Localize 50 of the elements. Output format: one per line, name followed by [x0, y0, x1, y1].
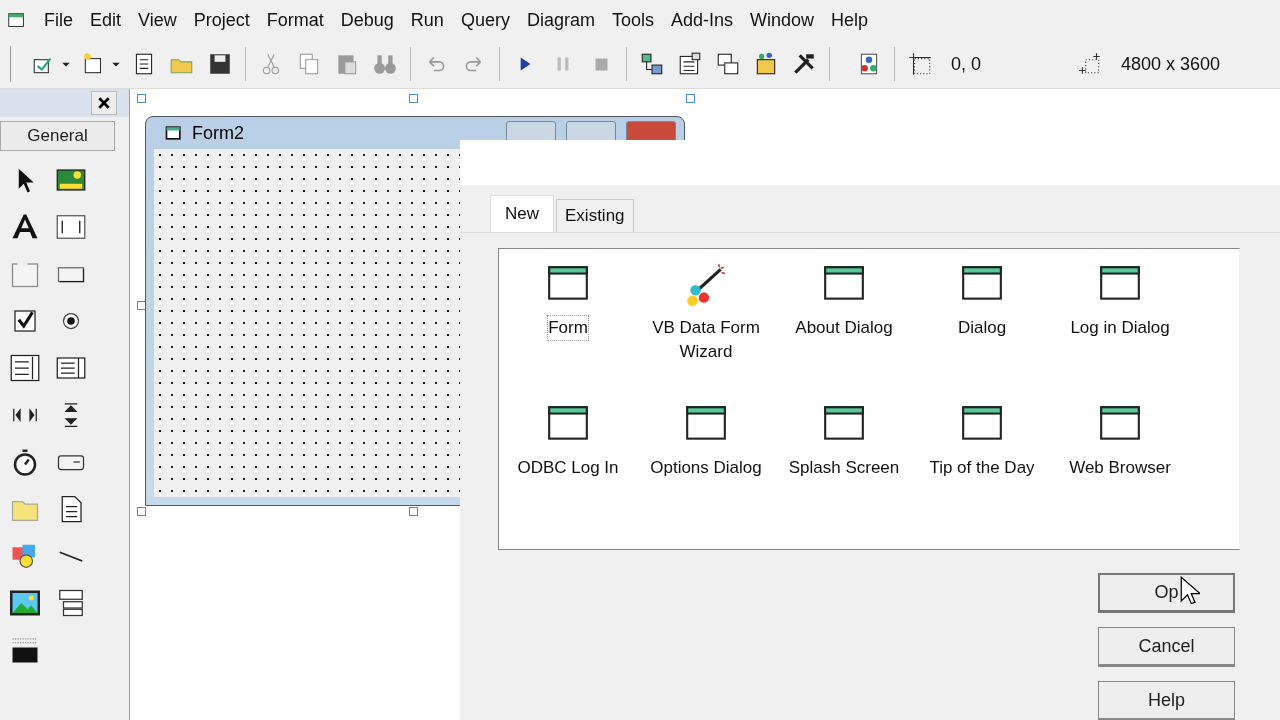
size-readout: 4800 x 3600 [1121, 53, 1221, 75]
dialog-button[interactable]: Op [1098, 573, 1235, 613]
template-label[interactable]: Splash Screen [777, 455, 911, 481]
menu-item[interactable]: Diagram [518, 9, 604, 31]
menu-item[interactable]: Window [742, 9, 824, 31]
menu-item[interactable]: Edit [82, 9, 131, 31]
menu-item[interactable]: View [130, 9, 186, 31]
template-label[interactable]: Log in Dialog [1053, 315, 1187, 341]
dialog-button[interactable]: Cancel [1098, 627, 1235, 667]
menu-item[interactable]: Help [823, 9, 878, 31]
template-label[interactable]: VB Data Form Wizard [639, 315, 773, 365]
menu-item[interactable]: Project [185, 9, 259, 31]
tab[interactable]: Existing [556, 199, 634, 232]
form-icon [164, 123, 184, 143]
template-label[interactable]: Web Browser [1053, 455, 1187, 481]
close-icon [97, 96, 111, 110]
text-box-icon[interactable] [56, 212, 86, 242]
tools-icon[interactable] [791, 51, 817, 77]
template-label[interactable]: ODBC Log In [501, 455, 635, 481]
template-label[interactable]: Form [547, 315, 589, 341]
position-readout: 0, 0 [951, 53, 982, 75]
menu-item[interactable]: Format [258, 9, 333, 31]
template-label[interactable]: Tip of the Day [915, 455, 1049, 481]
toolbox-tab[interactable]: General [0, 121, 115, 151]
image-icon[interactable] [10, 588, 40, 618]
template-label[interactable]: Options Dialog [639, 455, 773, 481]
selection-handle[interactable] [409, 507, 418, 516]
selection-handle[interactable] [686, 94, 695, 103]
menu-item[interactable]: Tools [603, 9, 663, 31]
tab[interactable]: New [490, 195, 554, 232]
window-title: Form2 [192, 122, 245, 144]
combo-box-icon[interactable] [10, 353, 40, 383]
project-tree-icon[interactable] [639, 51, 665, 77]
menu-item[interactable]: Add-Ins [662, 9, 742, 31]
menu-item[interactable]: File [36, 9, 82, 31]
menu-item[interactable]: Debug [332, 9, 403, 31]
selection-handle[interactable] [137, 507, 146, 516]
dialog-button[interactable]: Help [1098, 681, 1235, 720]
menu-item[interactable]: Query [452, 9, 519, 31]
template-label[interactable]: About Dialog [777, 315, 911, 341]
selection-handle[interactable] [409, 94, 418, 103]
position-icon [907, 51, 933, 77]
windows-icon[interactable] [715, 51, 741, 77]
properties-icon[interactable] [677, 51, 703, 77]
close-button[interactable] [91, 91, 117, 115]
menu-item[interactable]: Run [402, 9, 453, 31]
template-label[interactable]: Dialog [915, 315, 1049, 341]
selection-handle[interactable] [137, 94, 146, 103]
save-icon[interactable] [207, 51, 233, 77]
cursor-icon [1180, 576, 1200, 606]
